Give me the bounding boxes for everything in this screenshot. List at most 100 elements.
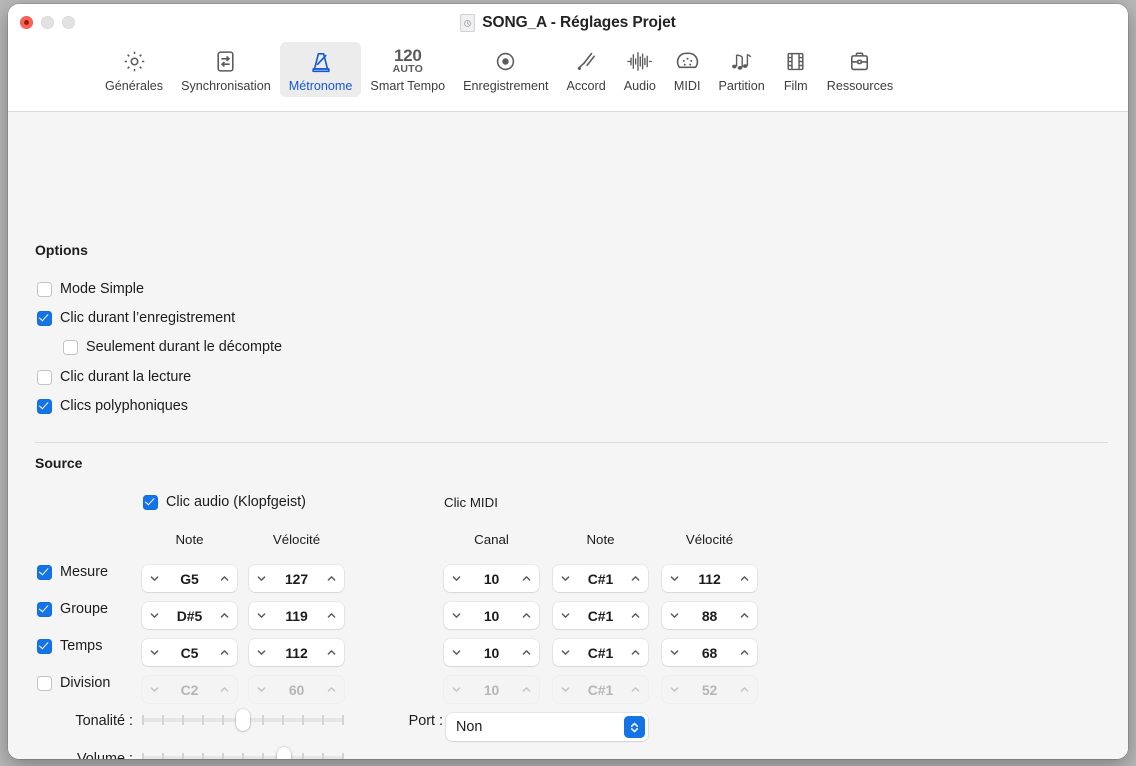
checkbox-box[interactable] (37, 564, 52, 580)
chevron-down-icon[interactable] (256, 647, 267, 658)
chevron-down-icon[interactable] (256, 573, 267, 584)
checkbox-clic-audio[interactable]: Clic audio (Klopfgeist) (143, 494, 306, 510)
port-popup-button[interactable]: Non (446, 713, 648, 741)
checkbox-mesure[interactable]: Mesure (37, 564, 108, 580)
chevron-down-icon[interactable] (669, 647, 680, 658)
stepper-temps-audio-velocite[interactable]: 112 (249, 639, 344, 666)
tab-metronome[interactable]: Métronome (279, 42, 362, 97)
chevron-down-icon[interactable] (256, 610, 267, 621)
chevron-down-icon[interactable] (451, 573, 462, 584)
chevron-down-icon[interactable] (560, 647, 571, 658)
chevron-up-icon[interactable] (739, 610, 750, 621)
stepper-mesure-midi-velocite[interactable]: 112 (662, 565, 757, 592)
chevron-up-icon[interactable] (630, 573, 641, 584)
chevron-up-icon[interactable] (219, 573, 230, 584)
chevron-up-icon[interactable] (219, 684, 230, 695)
checkbox-temps[interactable]: Temps (37, 638, 102, 654)
stepper-division-midi-note[interactable]: C#1 (553, 676, 648, 703)
checkbox-box[interactable] (37, 601, 52, 617)
tab-synchronisation[interactable]: Synchronisation (172, 42, 280, 97)
chevron-up-icon[interactable] (521, 647, 532, 658)
checkbox-clics-polyphoniques[interactable]: Clics polyphoniques (37, 398, 188, 414)
chevron-down-icon[interactable] (560, 573, 571, 584)
stepper-division-midi-canal[interactable]: 10 (444, 676, 539, 703)
chevron-up-down-icon[interactable] (624, 716, 645, 738)
tab-film[interactable]: Film (774, 42, 818, 97)
chevron-down-icon[interactable] (149, 573, 160, 584)
chevron-down-icon[interactable] (451, 684, 462, 695)
stepper-division-midi-velocite[interactable]: 52 (662, 676, 757, 703)
chevron-down-icon[interactable] (451, 610, 462, 621)
chevron-up-icon[interactable] (630, 610, 641, 621)
tab-generales[interactable]: Générales (96, 42, 172, 97)
checkbox-box[interactable] (37, 675, 52, 691)
stepper-groupe-audio-velocite[interactable]: 119 (249, 602, 344, 629)
slider-thumb[interactable] (277, 747, 291, 759)
tab-midi[interactable]: MIDI (665, 42, 710, 97)
chevron-down-icon[interactable] (560, 684, 571, 695)
chevron-up-icon[interactable] (739, 573, 750, 584)
checkbox-box[interactable] (63, 339, 78, 355)
chevron-up-icon[interactable] (521, 573, 532, 584)
checkbox-division[interactable]: Division (37, 675, 110, 691)
chevron-up-icon[interactable] (326, 647, 337, 658)
chevron-down-icon[interactable] (560, 610, 571, 621)
tab-smart-tempo[interactable]: 120 AUTO Smart Tempo (361, 42, 454, 97)
checkbox-seulement-durant-decompte[interactable]: Seulement durant le décompte (63, 339, 282, 355)
chevron-down-icon[interactable] (149, 610, 160, 621)
checkbox-clic-durant-lecture[interactable]: Clic durant la lecture (37, 369, 191, 385)
chevron-up-icon[interactable] (521, 610, 532, 621)
stepper-mesure-audio-velocite[interactable]: 127 (249, 565, 344, 592)
close-button[interactable] (20, 16, 33, 29)
chevron-down-icon[interactable] (256, 684, 267, 695)
checkbox-groupe[interactable]: Groupe (37, 601, 108, 617)
chevron-down-icon[interactable] (669, 684, 680, 695)
tab-audio[interactable]: Audio (615, 42, 665, 97)
tab-enregistrement[interactable]: Enregistrement (454, 42, 557, 97)
zoom-button[interactable] (62, 16, 75, 29)
stepper-groupe-audio-note[interactable]: D#5 (142, 602, 237, 629)
tab-partition[interactable]: Partition (710, 42, 774, 97)
tab-accord[interactable]: Accord (558, 42, 615, 97)
checkbox-box[interactable] (37, 281, 52, 297)
stepper-temps-audio-note[interactable]: C5 (142, 639, 237, 666)
stepper-mesure-midi-canal[interactable]: 10 (444, 565, 539, 592)
chevron-up-icon[interactable] (326, 610, 337, 621)
chevron-up-icon[interactable] (630, 647, 641, 658)
chevron-up-icon[interactable] (219, 610, 230, 621)
checkbox-box[interactable] (37, 638, 52, 654)
tab-ressources[interactable]: Ressources (818, 42, 903, 97)
chevron-down-icon[interactable] (149, 684, 160, 695)
chevron-up-icon[interactable] (219, 647, 230, 658)
chevron-up-icon[interactable] (630, 684, 641, 695)
checkbox-clic-durant-enregistrement[interactable]: Clic durant l’enregistrement (37, 310, 235, 326)
slider-thumb[interactable] (236, 709, 250, 731)
volume-slider[interactable] (142, 747, 344, 759)
stepper-groupe-midi-note[interactable]: C#1 (553, 602, 648, 629)
chevron-up-icon[interactable] (326, 573, 337, 584)
stepper-temps-midi-velocite[interactable]: 68 (662, 639, 757, 666)
tonalite-slider[interactable] (142, 709, 344, 731)
minimize-button[interactable] (41, 16, 54, 29)
stepper-groupe-midi-velocite[interactable]: 88 (662, 602, 757, 629)
checkbox-box[interactable] (37, 310, 52, 326)
chevron-up-icon[interactable] (326, 684, 337, 695)
chevron-down-icon[interactable] (669, 573, 680, 584)
chevron-up-icon[interactable] (739, 684, 750, 695)
stepper-temps-midi-canal[interactable]: 10 (444, 639, 539, 666)
stepper-division-audio-note[interactable]: C2 (142, 676, 237, 703)
chevron-up-icon[interactable] (739, 647, 750, 658)
stepper-groupe-midi-canal[interactable]: 10 (444, 602, 539, 629)
stepper-temps-midi-note[interactable]: C#1 (553, 639, 648, 666)
checkbox-mode-simple[interactable]: Mode Simple (37, 281, 144, 297)
checkbox-box[interactable] (143, 494, 158, 510)
stepper-division-audio-velocite[interactable]: 60 (249, 676, 344, 703)
checkbox-box[interactable] (37, 398, 52, 414)
chevron-down-icon[interactable] (149, 647, 160, 658)
chevron-down-icon[interactable] (451, 647, 462, 658)
stepper-mesure-midi-note[interactable]: C#1 (553, 565, 648, 592)
chevron-up-icon[interactable] (521, 684, 532, 695)
chevron-down-icon[interactable] (669, 610, 680, 621)
stepper-mesure-audio-note[interactable]: G5 (142, 565, 237, 592)
checkbox-box[interactable] (37, 369, 52, 385)
